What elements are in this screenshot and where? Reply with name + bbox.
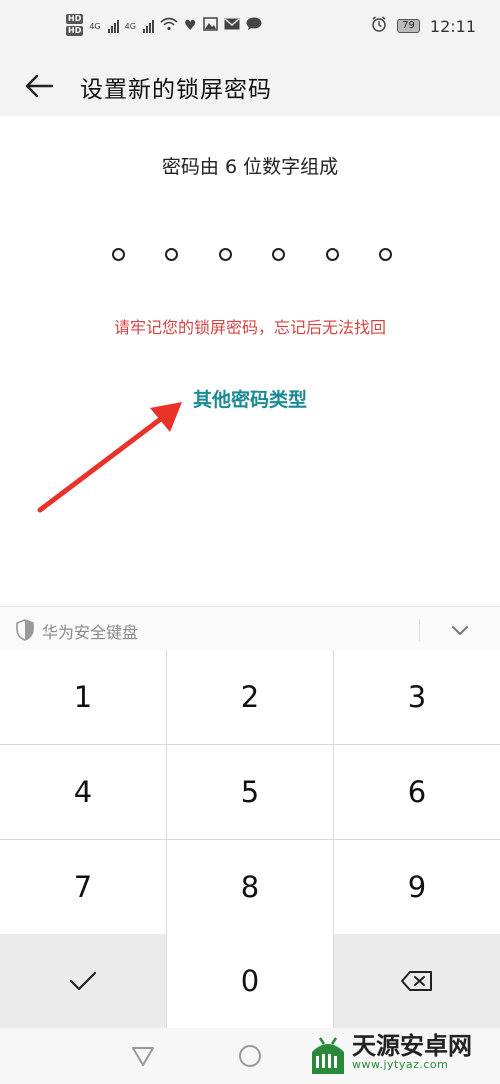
key-7[interactable]: 7 (0, 840, 166, 934)
alarm-icon (371, 16, 387, 36)
mail-icon (224, 18, 240, 34)
backspace-button[interactable] (334, 934, 500, 1028)
collapse-keyboard-button[interactable] (448, 619, 472, 641)
status-time: 12:11 (429, 16, 476, 36)
pin-instruction: 密码由 6 位数字组成 (161, 156, 339, 178)
watermark-url: www.jytyaz.com (352, 1058, 449, 1071)
nav-back-button[interactable] (130, 1044, 156, 1072)
signal-icon (142, 19, 154, 33)
number-keypad: 1 2 3 4 5 6 7 8 9 0 (0, 650, 500, 1028)
checkmark-icon (69, 971, 97, 991)
pin-dot (218, 248, 232, 261)
site-watermark: 天源安卓网 www.jytyaz.com (308, 1030, 472, 1074)
app-header: 设置新的锁屏密码 (0, 56, 500, 116)
back-arrow-icon (25, 74, 54, 98)
signal-icon (107, 19, 119, 33)
key-5[interactable]: 5 (167, 745, 333, 839)
key-8[interactable]: 8 (167, 840, 333, 934)
key-0[interactable]: 0 (167, 934, 333, 1028)
status-right: 79 12:11 (371, 16, 476, 36)
pin-dot (272, 248, 286, 261)
confirm-button[interactable] (0, 934, 166, 1028)
battery-icon: 79 (397, 19, 420, 33)
gallery-icon (202, 17, 218, 35)
pin-dot (112, 248, 125, 261)
pin-dot (378, 248, 392, 261)
pin-dot (325, 248, 339, 261)
wifi-icon (160, 17, 178, 35)
page-title: 设置新的锁屏密码 (80, 77, 272, 103)
key-1[interactable]: 1 (0, 650, 166, 744)
chevron-down-icon (452, 626, 468, 635)
message-icon (246, 17, 262, 35)
key-3[interactable]: 3 (334, 650, 500, 744)
status-bar: HD HD 4G 4G ♥ 79 12:11 (0, 0, 500, 56)
back-button[interactable] (22, 68, 58, 104)
hd-icon: HD HD (66, 14, 84, 36)
android-logo-icon (312, 1037, 344, 1074)
triangle-back-icon (132, 1047, 154, 1066)
pin-dot (165, 248, 179, 261)
health-icon: ♥ (183, 18, 197, 34)
shield-icon (16, 619, 34, 641)
status-left: HD HD 4G 4G ♥ (66, 14, 262, 38)
backspace-icon (401, 971, 432, 991)
warning-text: 请牢记您的锁屏密码，忘记后无法找回 (113, 318, 386, 337)
key-9[interactable]: 9 (334, 840, 500, 934)
watermark-text-block: 天源安卓网 www.jytyaz.com (352, 1033, 472, 1071)
pin-indicator (112, 248, 392, 261)
secure-keyboard-bar: 华为安全键盘 (0, 606, 500, 651)
secure-keyboard-label: 华为安全键盘 (42, 623, 139, 642)
divider (419, 619, 420, 641)
key-2[interactable]: 2 (167, 650, 333, 744)
circle-home-icon (239, 1045, 261, 1067)
nav-home-button[interactable] (238, 1044, 262, 1072)
network-label: 4G (124, 21, 136, 31)
watermark-name: 天源安卓网 (352, 1032, 472, 1060)
key-4[interactable]: 4 (0, 745, 166, 839)
annotation-arrow-icon (37, 402, 182, 513)
key-6[interactable]: 6 (334, 745, 500, 839)
network-label: 4G (89, 21, 101, 31)
